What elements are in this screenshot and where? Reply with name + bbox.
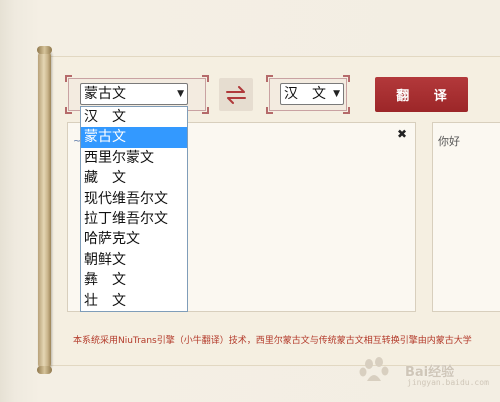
language-option[interactable]: 壮 文 <box>81 291 187 311</box>
target-language-value: 汉 文 <box>284 86 326 102</box>
frame-corner <box>65 75 72 82</box>
swap-arrows-icon <box>226 85 246 104</box>
language-option[interactable]: 西里尔蒙文 <box>81 148 187 168</box>
frame-corner <box>343 75 350 82</box>
language-option[interactable]: 蒙古文 <box>81 127 187 148</box>
frame-corner <box>202 107 209 114</box>
baidu-paw-logo-icon <box>359 357 389 381</box>
frame-corner <box>65 107 72 114</box>
source-language-select[interactable]: 蒙古文 ▼ <box>80 83 188 105</box>
target-text-area[interactable] <box>432 122 500 312</box>
dropdown-arrow-icon: ▼ <box>177 89 184 99</box>
language-option[interactable]: 拉丁维吾尔文 <box>81 209 187 229</box>
frame-corner <box>266 107 273 114</box>
swap-languages-button[interactable] <box>219 78 253 111</box>
clear-source-icon[interactable]: ✖ <box>396 128 408 140</box>
target-text: 你好 <box>438 135 460 148</box>
footer-note: 本系统采用NiuTrans引擎（小牛翻译）技术，西里尔蒙古文与传统蒙古文相互转换… <box>73 336 472 346</box>
translate-button-label: 翻 译 <box>396 89 457 104</box>
target-language-select[interactable]: 汉 文 ▼ <box>280 83 344 105</box>
language-option[interactable]: 现代维吾尔文 <box>81 189 187 209</box>
language-option[interactable]: 彝 文 <box>81 270 187 290</box>
frame-corner <box>343 107 350 114</box>
dropdown-arrow-icon: ▼ <box>333 89 340 99</box>
watermark-text: Bai经验 <box>405 364 455 380</box>
frame-corner <box>266 75 273 82</box>
frame-corner <box>202 75 209 82</box>
language-option[interactable]: 汉 文 <box>81 107 187 127</box>
scroll-rod <box>37 46 52 374</box>
language-option[interactable]: 藏 文 <box>81 168 187 188</box>
watermark-url: jingyan.baidu.com <box>407 378 489 387</box>
translate-button[interactable]: 翻 译 <box>375 77 468 112</box>
language-option[interactable]: 朝鲜文 <box>81 250 187 270</box>
source-language-value: 蒙古文 <box>84 86 126 102</box>
language-option[interactable]: 哈萨克文 <box>81 229 187 249</box>
source-language-dropdown-list[interactable]: 汉 文蒙古文 西里尔蒙文藏 文现代维吾尔文 拉丁维吾尔文 哈萨克文 朝鲜文彝 文壮 文 <box>80 106 188 312</box>
